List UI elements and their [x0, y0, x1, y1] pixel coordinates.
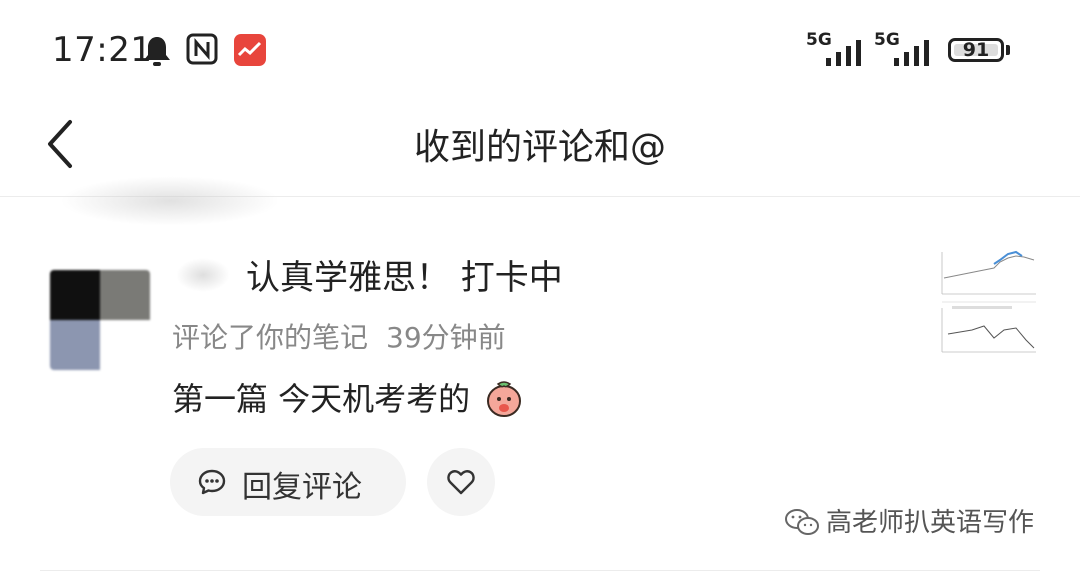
bell-icon [140, 34, 174, 72]
blurred-area [60, 176, 280, 226]
note-thumbnail[interactable] [938, 248, 1038, 356]
wechat-icon [784, 507, 820, 544]
nfc-icon [186, 33, 218, 69]
peach-emoji-icon [484, 378, 524, 426]
blurred-name-prefix [176, 258, 230, 292]
divider [40, 570, 1040, 571]
battery-level: 91 [962, 39, 990, 61]
comment-time: 39分钟前 [386, 321, 506, 354]
like-button[interactable] [427, 448, 495, 516]
page-title: 收到的评论和@ [413, 127, 666, 168]
battery-tip [1006, 45, 1010, 55]
battery-icon: 91 [948, 38, 1004, 62]
reply-comment-label: 回复评论 [242, 470, 362, 505]
status-bar: 17:21 5G 5G 91 [0, 0, 1080, 100]
reply-comment-button[interactable]: 回复评论 [170, 448, 406, 516]
comment-action: 评论了你的笔记 [172, 321, 369, 354]
chat-bubble-icon [198, 468, 226, 500]
comment-user-name[interactable]: 认真学雅思！ 打卡中 [246, 250, 563, 299]
app-notification-icon [234, 34, 266, 70]
watermark: 高老师扒英语写作 [784, 502, 1034, 544]
note-thumbnail-chart [941, 250, 1036, 353]
status-time: 17:21 [52, 30, 153, 70]
avatar[interactable] [50, 270, 150, 370]
watermark-text: 高老师扒英语写作 [826, 508, 1035, 538]
comment-text-row: 第一篇 今天机考考的 [172, 374, 524, 426]
comment-text: 第一篇 今天机考考的 [172, 380, 471, 418]
comment-meta: 评论了你的笔记 39分钟前 [172, 316, 506, 356]
heart-icon [447, 470, 475, 495]
